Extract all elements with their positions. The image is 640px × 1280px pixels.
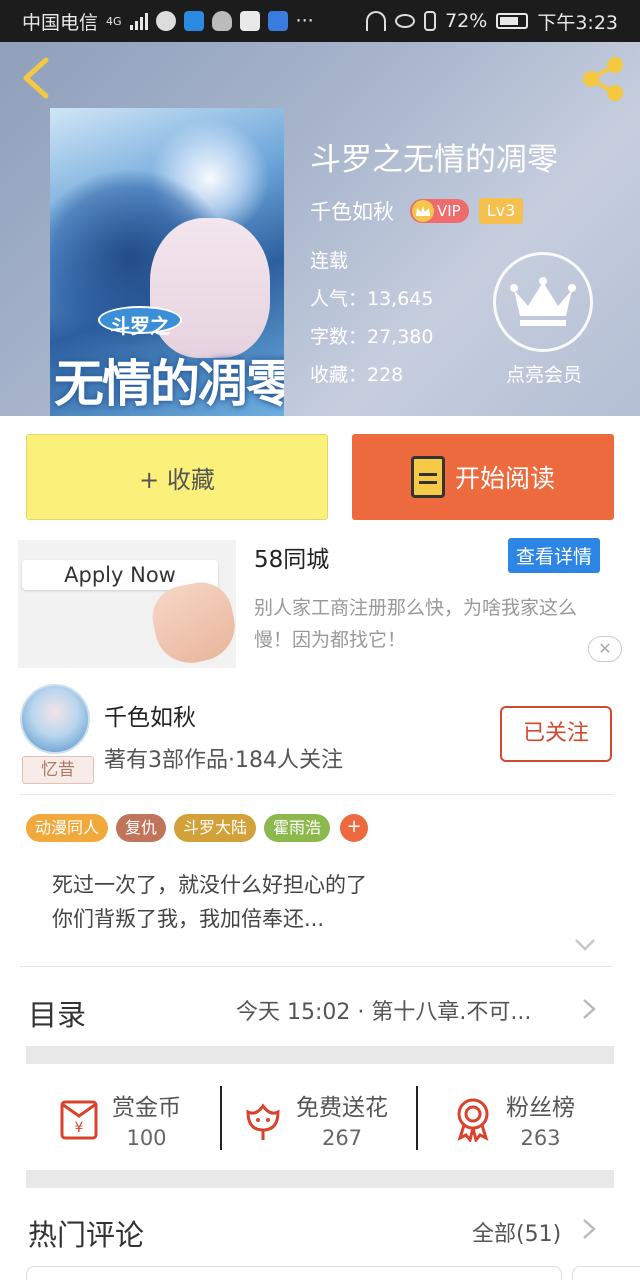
collect-button[interactable]: + 收藏	[26, 434, 328, 520]
stat-label: 粉丝榜	[506, 1095, 575, 1121]
tag-revenge[interactable]: 复仇	[116, 814, 167, 842]
ad-image[interactable]: Apply Now	[18, 540, 236, 668]
chevron-right-icon[interactable]	[582, 1218, 596, 1240]
comment-card[interactable]	[572, 1266, 640, 1280]
ad-detail-button[interactable]: 查看详情	[508, 538, 601, 573]
book-detail-body: + 收藏 开始阅读 Apply Now 58同城 查看详情 别人家工商注册那么快…	[0, 416, 640, 1280]
fan-ranking-button[interactable]: 粉丝榜 263	[450, 1088, 575, 1150]
back-arrow-icon	[23, 57, 49, 99]
clock: 下午3:23	[537, 11, 618, 34]
reward-coins-button[interactable]: ¥ 赏金币 100	[56, 1088, 181, 1150]
member-crown-circle	[493, 252, 593, 352]
follow-button[interactable]: 已关注	[500, 706, 612, 762]
vibrate-icon	[424, 11, 437, 31]
author-name[interactable]: 千色如秋	[310, 196, 394, 226]
popularity: 人气：13,645	[310, 288, 434, 310]
book-title: 斗罗之无情的凋零	[310, 142, 558, 178]
all-comments-link[interactable]: 全部(51)	[472, 1216, 561, 1248]
level-badge: Lv3	[478, 198, 524, 224]
serial-status: 连载	[310, 250, 349, 272]
stat-label: 赏金币	[112, 1095, 181, 1121]
section-separator	[26, 1170, 614, 1188]
share-button[interactable]	[578, 54, 628, 104]
tag-douluo[interactable]: 斗罗大陆	[174, 814, 257, 842]
headphones-icon	[366, 11, 387, 31]
start-reading-label: 开始阅读	[454, 464, 555, 493]
qq-icon	[211, 11, 232, 31]
more-notifications: ···	[295, 10, 314, 32]
stat-value: 267	[321, 1126, 363, 1150]
hot-comments-title: 热门评论	[28, 1218, 145, 1252]
cover-series-tag: 斗罗之	[98, 306, 182, 338]
vip-crown-icon	[412, 200, 434, 222]
word-count: 字数：27,380	[310, 326, 434, 348]
crown-icon	[510, 277, 576, 326]
stat-value: 100	[126, 1126, 167, 1150]
latest-chapter[interactable]: 今天 15:02 · 第十八章.不可...	[236, 994, 531, 1026]
share-icon	[583, 57, 623, 101]
book-icon	[410, 456, 445, 498]
back-button[interactable]	[16, 54, 56, 102]
tag-list: 动漫同人 复仇 斗罗大陆 霍雨浩 +	[26, 814, 369, 842]
eye-icon	[395, 14, 416, 28]
author-line: 千色如秋 VIP Lv3	[310, 196, 524, 226]
vip-badge: VIP	[410, 199, 469, 223]
book-summary[interactable]: 死过一次了，就没什么好担心的了 你们背叛了我，我加倍奉还...	[52, 868, 367, 936]
chevron-down-icon[interactable]	[574, 938, 596, 952]
start-reading-button[interactable]: 开始阅读	[352, 434, 614, 520]
ad-title[interactable]: 58同城	[254, 540, 329, 574]
chevron-right-icon[interactable]	[582, 998, 596, 1020]
section-separator	[26, 1046, 614, 1064]
divider	[20, 794, 614, 795]
ad-description[interactable]: 别人家工商注册那么快，为啥我家这么慢！因为都找它！	[254, 592, 606, 656]
send-flower-button[interactable]: 免费送花 267	[240, 1088, 388, 1150]
signal-icon	[129, 12, 148, 30]
author-avatar[interactable]	[20, 684, 90, 754]
author-card-info: 著有3部作品·184人关注	[104, 748, 343, 773]
author-card-name[interactable]: 千色如秋	[104, 698, 196, 732]
catalog-title[interactable]: 目录	[28, 992, 86, 1034]
favorites-count: 收藏：228	[310, 364, 404, 386]
svg-text:¥: ¥	[75, 1120, 84, 1136]
divider	[416, 1086, 418, 1150]
member-label: 点亮会员	[505, 364, 582, 386]
stat-value: 263	[520, 1126, 561, 1150]
divider	[220, 1086, 222, 1150]
ad-close-button[interactable]: ✕	[588, 636, 622, 662]
book-cover[interactable]: 斗罗之 无情的凋零	[50, 108, 284, 416]
avatar-tag: 忆昔	[22, 756, 94, 784]
summary-line: 死过一次了，就没什么好担心的了	[52, 873, 367, 897]
summary-line: 你们背叛了我，我加倍奉还...	[52, 907, 325, 931]
comment-card[interactable]	[26, 1266, 562, 1280]
ad-hand-graphic	[146, 576, 236, 668]
battery-icon	[496, 13, 529, 29]
stat-label: 免费送花	[296, 1095, 388, 1121]
status-bar: 中国电信 4G ··· 72% 下午3:23	[0, 0, 640, 42]
tieba-icon	[267, 11, 288, 31]
carrier-label: 中国电信	[22, 11, 99, 34]
flower-icon	[246, 1103, 280, 1140]
add-tag-button[interactable]: +	[340, 814, 369, 842]
tag-huo-yuhao[interactable]: 霍雨浩	[264, 814, 331, 842]
cover-title: 无情的凋零	[54, 355, 284, 413]
globe-icon	[155, 11, 176, 31]
shield-app-icon	[183, 11, 204, 31]
map-app-icon	[239, 11, 260, 31]
book-header: 斗罗之 无情的凋零 斗罗之无情的凋零 千色如秋 VIP Lv3 连载 人气：13…	[0, 42, 640, 416]
red-envelope-icon: ¥	[60, 1100, 98, 1140]
vip-label: VIP	[437, 202, 461, 220]
tag-anime-fanfic[interactable]: 动漫同人	[26, 814, 109, 842]
battery-percent: 72%	[445, 10, 488, 32]
member-button[interactable]: 点亮会员	[493, 252, 595, 387]
divider	[20, 966, 614, 967]
network-label: 4G	[106, 14, 122, 28]
medal-icon	[457, 1098, 489, 1142]
